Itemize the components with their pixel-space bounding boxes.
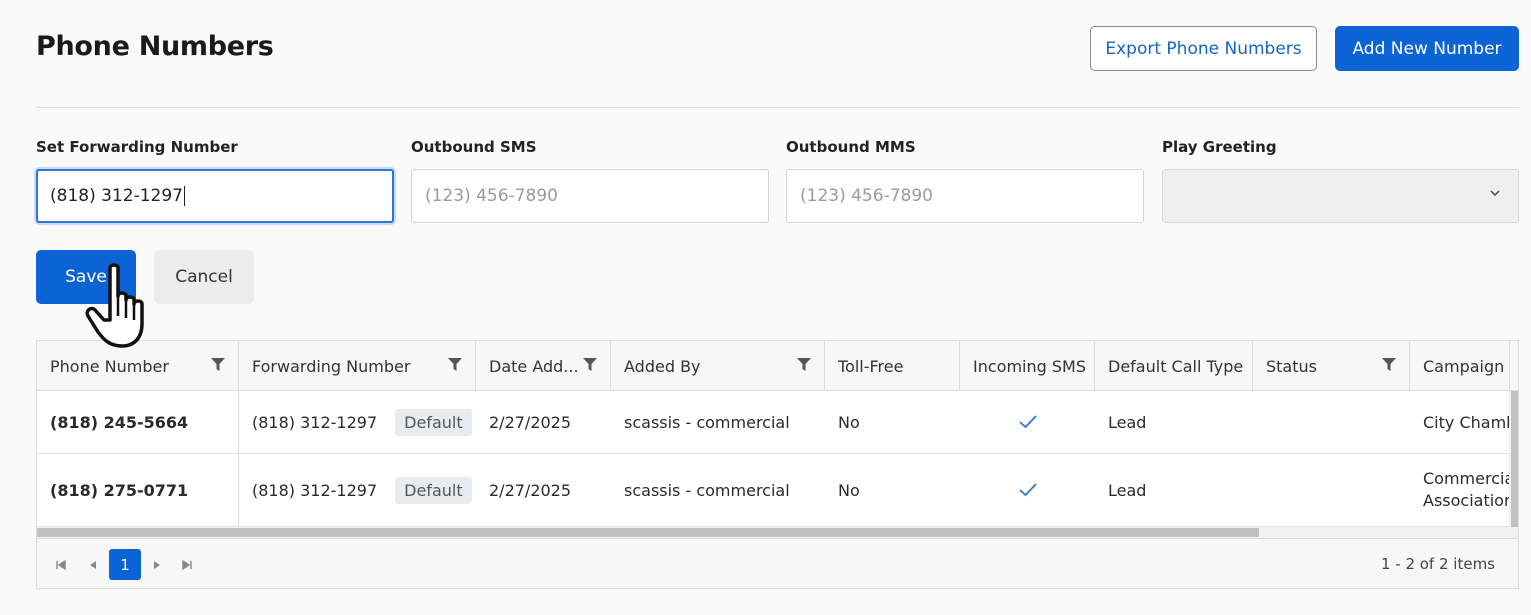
- date-added-cell: 2/27/2025: [489, 412, 572, 432]
- date-added-cell: 2/27/2025: [489, 480, 572, 500]
- first-page-icon[interactable]: [55, 559, 67, 571]
- play-greeting-select[interactable]: [1162, 169, 1519, 223]
- incoming-sms-cell: [960, 391, 1095, 453]
- column-header-status[interactable]: Status: [1253, 341, 1410, 391]
- export-phone-numbers-button[interactable]: Export Phone Numbers: [1090, 26, 1317, 71]
- horizontal-scrollbar-thumb[interactable]: [37, 528, 1259, 537]
- vertical-scrollbar-thumb[interactable]: [1511, 391, 1518, 527]
- call-type-cell: Lead: [1108, 412, 1147, 432]
- checkmark-icon: [1018, 483, 1037, 497]
- checkmark-icon: [1018, 415, 1037, 429]
- phone-number-cell: (818) 275-0771: [37, 454, 239, 526]
- hand-pointer-icon: [85, 263, 144, 348]
- column-header-label: Campaign: [1423, 356, 1505, 376]
- column-header-label: Toll-Free: [838, 356, 904, 376]
- grid-header: Phone Number Forwarding Number Date Add.…: [37, 341, 1518, 391]
- chevron-down-icon: [1490, 190, 1500, 197]
- forwarding-number-text: (818) 312-1297: [252, 480, 378, 500]
- outbound-mms-placeholder: (123) 456-7890: [800, 186, 933, 206]
- vertical-scrollbar[interactable]: [1509, 391, 1518, 527]
- column-header-label: Added By: [624, 356, 701, 376]
- add-new-number-button[interactable]: Add New Number: [1335, 26, 1519, 71]
- forwarding-number-input[interactable]: (818) 312-1297: [36, 169, 394, 223]
- column-header-date-added[interactable]: Date Add...: [476, 341, 611, 391]
- column-header-campaign[interactable]: Campaign: [1410, 341, 1510, 391]
- filter-icon[interactable]: [797, 358, 811, 372]
- toll-free-cell: No: [838, 412, 860, 432]
- page-title: Phone Numbers: [36, 31, 274, 62]
- column-header-toll-free[interactable]: Toll-Free: [825, 341, 960, 391]
- phone-number-cell: (818) 245-5664: [37, 391, 239, 453]
- column-header-label: Default Call Type: [1108, 356, 1244, 376]
- horizontal-scrollbar[interactable]: [37, 527, 1518, 538]
- last-page-icon[interactable]: [181, 559, 193, 571]
- text-caret: [183, 186, 185, 206]
- incoming-sms-cell: [960, 454, 1095, 526]
- table-row[interactable]: (818) 245-5664 (818) 312-1297 Default 2/…: [37, 391, 1518, 454]
- column-header-added-by[interactable]: Added By: [611, 341, 825, 391]
- header-divider: [36, 107, 1519, 108]
- toll-free-cell: No: [838, 480, 860, 500]
- forwarding-number-label: Set Forwarding Number: [36, 138, 238, 156]
- next-page-icon[interactable]: [151, 559, 163, 571]
- play-greeting-label: Play Greeting: [1162, 138, 1277, 156]
- added-by-cell: scassis - commercial: [624, 480, 790, 500]
- added-by-cell: scassis - commercial: [624, 412, 790, 432]
- status-cell: [1253, 454, 1410, 526]
- pager: 1 1 - 2 of 2 items: [37, 538, 1518, 588]
- column-header-label: Phone Number: [50, 356, 169, 376]
- column-header-incoming-sms[interactable]: Incoming SMS: [960, 341, 1095, 391]
- forwarding-number-value: (818) 312-1297: [50, 186, 183, 206]
- column-header-default-call-type[interactable]: Default Call Type: [1095, 341, 1253, 391]
- outbound-sms-label: Outbound SMS: [411, 138, 537, 156]
- outbound-mms-label: Outbound MMS: [786, 138, 916, 156]
- column-header-label: Status: [1266, 356, 1317, 376]
- column-header-label: Forwarding Number: [252, 356, 411, 376]
- phone-numbers-grid: Phone Number Forwarding Number Date Add.…: [36, 340, 1519, 589]
- forwarding-number-text: (818) 312-1297: [252, 412, 378, 432]
- status-cell: [1253, 391, 1410, 453]
- outbound-sms-input[interactable]: (123) 456-7890: [411, 169, 769, 223]
- page-number-button[interactable]: 1: [109, 549, 141, 580]
- column-header-label: Incoming SMS: [973, 356, 1086, 376]
- campaign-cell: City Chambe: [1423, 412, 1510, 432]
- outbound-sms-placeholder: (123) 456-7890: [425, 186, 558, 206]
- filter-icon[interactable]: [211, 358, 225, 372]
- column-header-label: Date Add...: [489, 356, 579, 376]
- outbound-mms-input[interactable]: (123) 456-7890: [786, 169, 1144, 223]
- filter-icon[interactable]: [583, 358, 597, 372]
- filter-icon[interactable]: [448, 358, 462, 372]
- call-type-cell: Lead: [1108, 480, 1147, 500]
- default-badge: Default: [395, 476, 472, 504]
- default-badge: Default: [395, 408, 472, 436]
- forwarding-number-cell: (818) 312-1297 Default: [239, 391, 476, 453]
- previous-page-icon[interactable]: [87, 559, 99, 571]
- column-header-forwarding-number[interactable]: Forwarding Number: [239, 341, 476, 391]
- pager-info: 1 - 2 of 2 items: [1380, 555, 1495, 573]
- table-row[interactable]: (818) 275-0771 (818) 312-1297 Default 2/…: [37, 454, 1518, 527]
- filter-icon[interactable]: [1382, 358, 1396, 372]
- forwarding-number-cell: (818) 312-1297 Default: [239, 454, 476, 526]
- campaign-cell: Commercial Association: [1423, 469, 1510, 510]
- cancel-button[interactable]: Cancel: [154, 250, 254, 304]
